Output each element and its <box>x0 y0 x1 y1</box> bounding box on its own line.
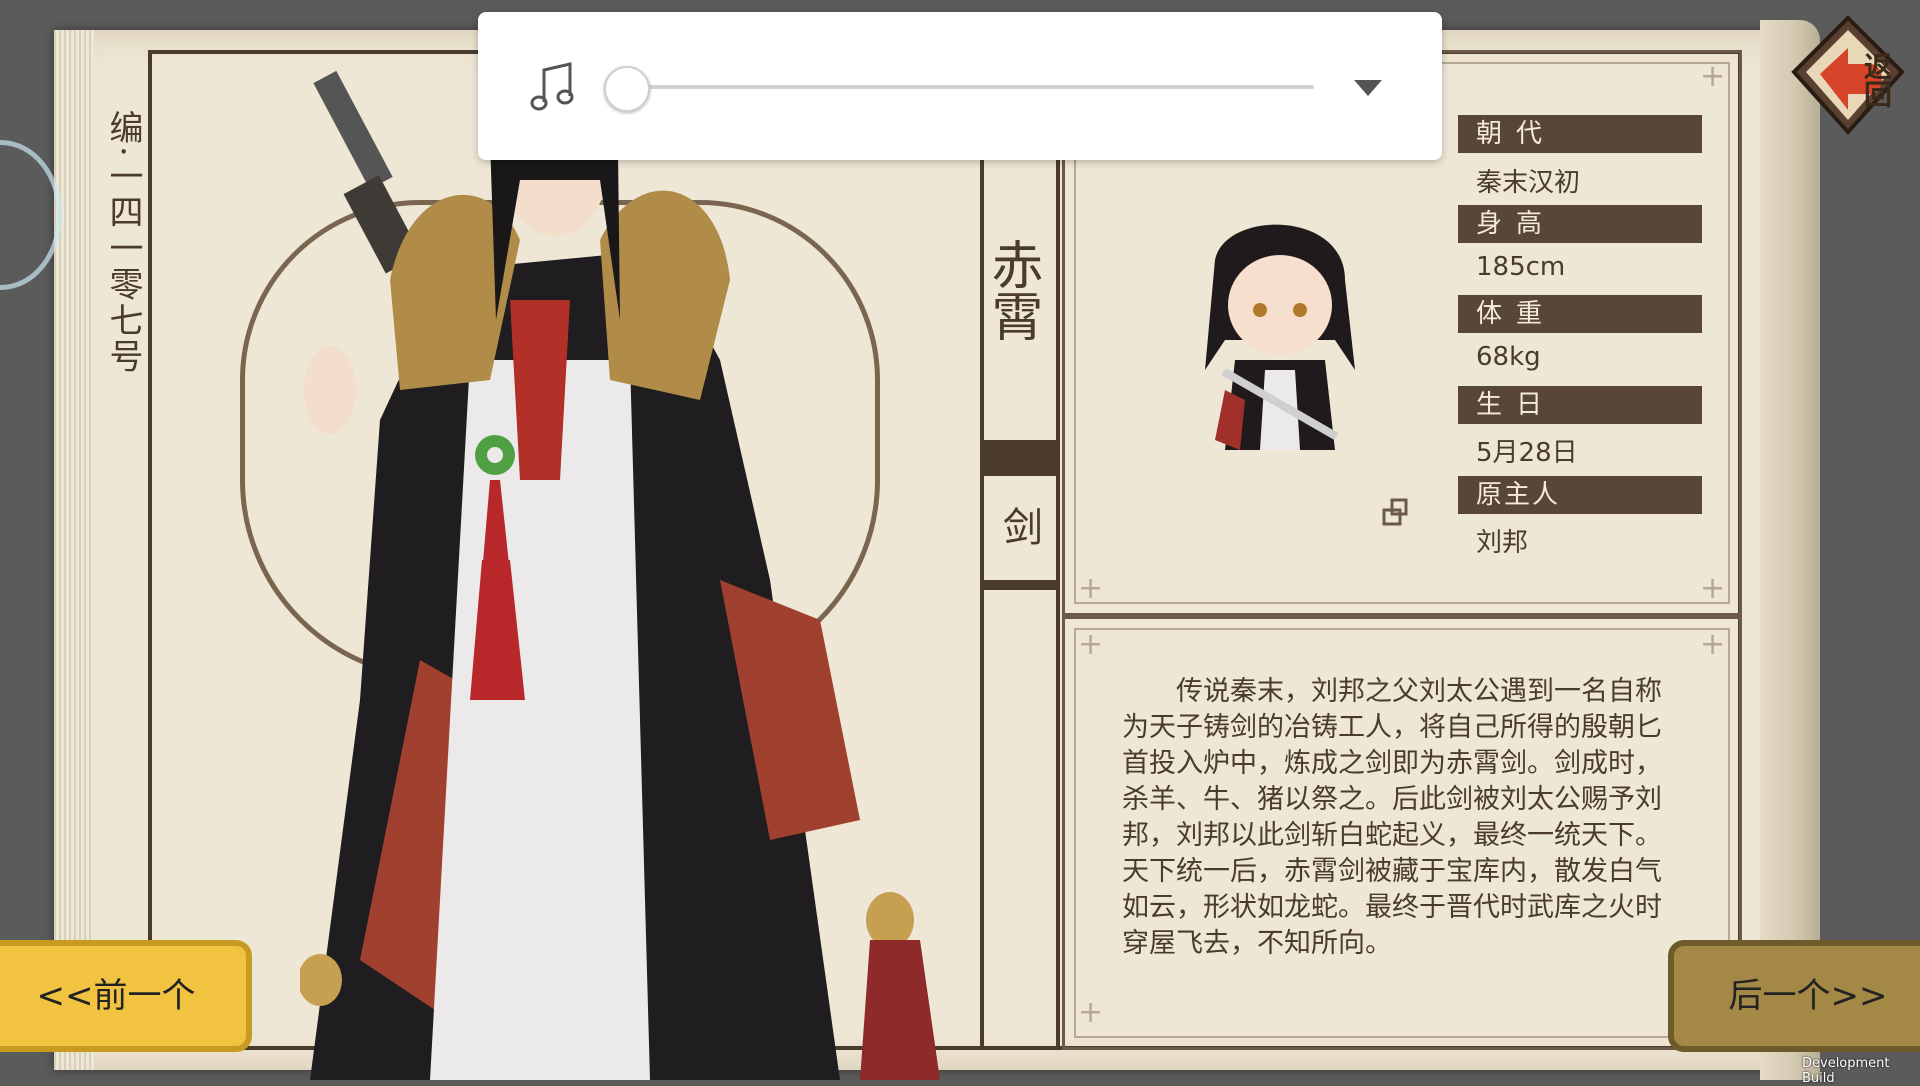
back-button-label[interactable]: 返回 <box>1860 52 1896 108</box>
weapon-type: 剑 <box>996 506 1042 546</box>
next-button-label: 后一个>> <box>1728 976 1888 1016</box>
dev-build-watermark: Development Build <box>1802 1056 1890 1086</box>
serial-number: 编·一四一零七号 <box>103 110 143 375</box>
spine-divider <box>984 580 1056 590</box>
label-dynasty: 朝代 <box>1458 115 1702 153</box>
corner-ornament: + <box>1078 995 1104 1030</box>
spine-column <box>980 50 1060 1050</box>
spine-divider <box>984 440 1056 476</box>
book-right-edge <box>1760 20 1820 1080</box>
value-weight: 68kg <box>1476 342 1541 372</box>
link-icon[interactable] <box>1380 496 1412 528</box>
value-dynasty: 秦末汉初 <box>1476 168 1581 198</box>
label-original-owner: 原主人 <box>1458 476 1702 514</box>
character-illustration <box>300 70 940 1080</box>
corner-ornament: + <box>1078 571 1104 606</box>
book-page-edges <box>54 30 94 1070</box>
value-original-owner: 刘邦 <box>1476 528 1529 558</box>
corner-ornament: + <box>1700 571 1726 606</box>
label-height: 身高 <box>1458 205 1702 243</box>
next-button[interactable]: 后一个>> <box>1668 940 1920 1052</box>
value-height: 185cm <box>1476 252 1566 282</box>
prev-button-label: <<前一个 <box>36 976 196 1016</box>
caret-down-icon[interactable] <box>1354 80 1382 96</box>
label-weight: 体重 <box>1458 295 1702 333</box>
music-note-icon <box>530 62 574 111</box>
description-text: 传说秦末，刘邦之父刘太公遇到一名自称为天子铸剑的冶铸工人，将自己所得的殷朝匕首投… <box>1122 676 1662 959</box>
audio-volume-popup <box>478 12 1442 160</box>
prev-button[interactable]: <<前一个 <box>0 940 252 1052</box>
value-birthday: 5月28日 <box>1476 438 1578 468</box>
glow-effect <box>0 140 62 290</box>
chibi-avatar <box>1205 224 1355 450</box>
corner-ornament: + <box>1700 627 1726 662</box>
volume-slider-track[interactable] <box>626 85 1314 89</box>
corner-ornament: + <box>1700 59 1726 94</box>
corner-ornament: + <box>1078 627 1104 662</box>
character-name: 赤霄 <box>982 238 1042 342</box>
label-birthday: 生日 <box>1458 386 1702 424</box>
volume-slider-handle[interactable] <box>604 66 650 112</box>
